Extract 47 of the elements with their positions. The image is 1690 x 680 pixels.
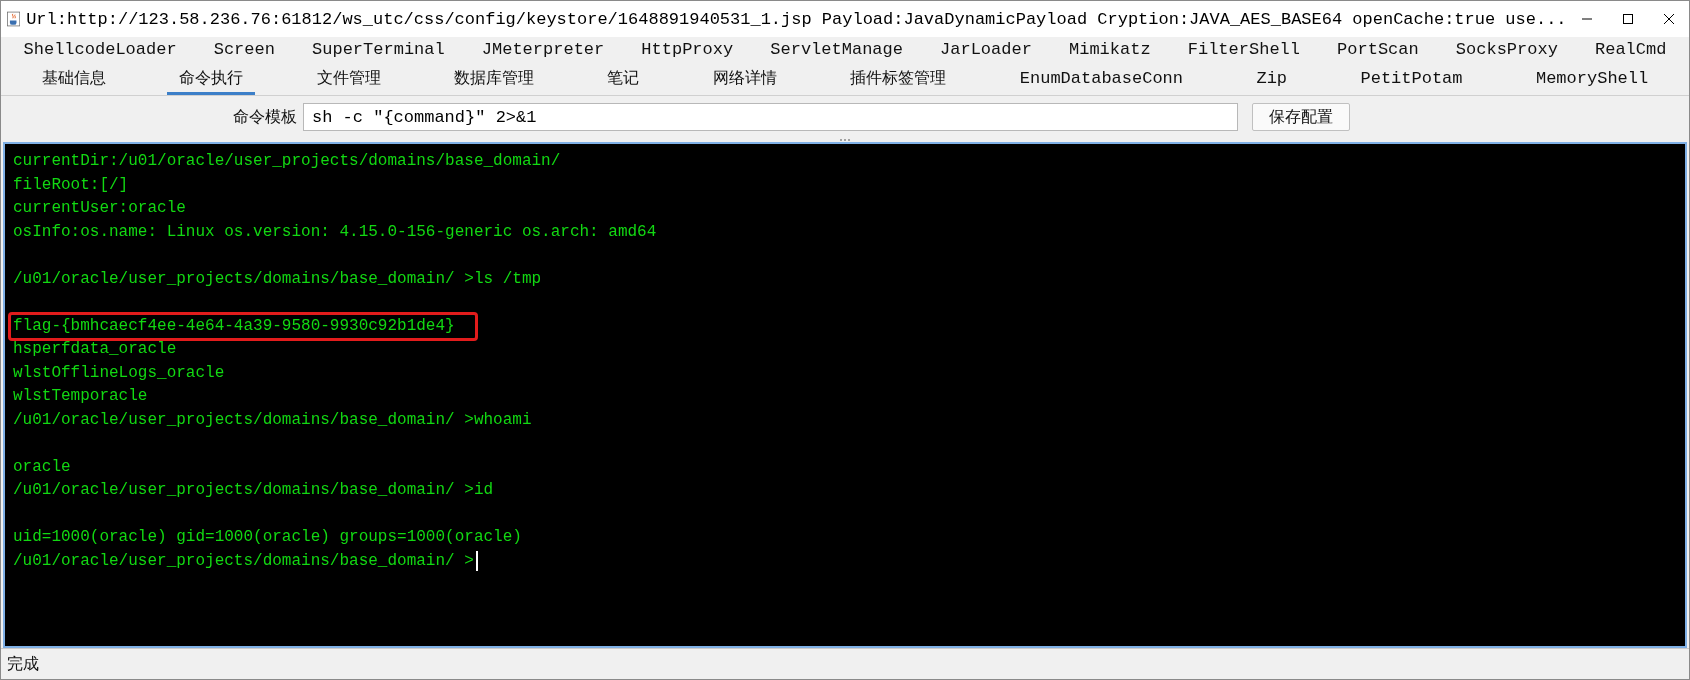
terminal-line: hsperfdata_oracle xyxy=(13,339,178,360)
close-icon xyxy=(1662,13,1675,25)
terminal-line: oracle xyxy=(13,456,72,478)
splitter-grip-icon[interactable] xyxy=(839,138,851,142)
terminal-line: osInfo:os.name: Linux os.version: 4.15.0-156-generic os.arch: amd64 xyxy=(13,221,658,243)
terminal-line: currentDir:/u01/oracle/user_projects/domains/base_domain/ xyxy=(13,151,562,172)
tab[interactable]: 数据库管理 xyxy=(442,64,547,95)
terminal-line: /u01/oracle/user_projects/domains/base_domain/ >id xyxy=(13,480,495,501)
terminal-line: /u01/oracle/user_projects/domains/base_domain/ > xyxy=(13,550,474,572)
terminal-line: wlstTemporacle xyxy=(13,386,149,407)
terminal-line: /u01/oracle/user_projects/domains/base_domain/ >ls /tmp xyxy=(13,268,543,290)
tab[interactable]: 网络详情 xyxy=(700,64,789,95)
terminal-line: currentUser:oracle xyxy=(13,198,187,219)
status-text: 完成 xyxy=(7,653,39,675)
plugin-tab[interactable]: RealCmd xyxy=(1583,37,1679,64)
plugin-tab[interactable]: HttpProxy xyxy=(629,37,746,64)
plugin-tab[interactable]: JMeterpreter xyxy=(469,37,617,64)
maximize-icon xyxy=(1621,13,1634,25)
tab[interactable]: MemoryShell xyxy=(1523,64,1661,95)
tab[interactable]: 文件管理 xyxy=(304,64,393,95)
terminal-output[interactable] xyxy=(3,142,1687,648)
plugin-tab[interactable]: SuperTerminal xyxy=(300,37,457,64)
plugin-tab[interactable]: PortScan xyxy=(1325,37,1431,64)
plugin-tab[interactable]: JarLoader xyxy=(928,37,1044,64)
tab[interactable]: 插件标签管理 xyxy=(838,64,959,95)
save-config-button[interactable]: 保存配置 xyxy=(1252,103,1350,131)
tab[interactable]: PetitPotam xyxy=(1348,64,1475,95)
terminal-line: wlstOfflineLogs_oracle xyxy=(13,362,226,384)
window-title: Url:http://123.58.236.76:61812/ws_utc/css/config/keystore/1648891940531_1.jsp Payload:JavaDynamicPayload Cryption:JAVA_AES_BASE64 openCache:true use... xyxy=(26,9,1567,29)
plugin-tab[interactable]: ShellcodeLoader xyxy=(11,37,189,64)
plugin-tab[interactable]: Screen xyxy=(201,37,287,64)
terminal-line: fileRoot:[/] xyxy=(13,174,130,196)
tab[interactable]: 命令执行 xyxy=(167,64,256,95)
template-label: 命令模板 xyxy=(233,106,297,128)
tab[interactable]: EnumDatabaseConn xyxy=(1007,64,1195,95)
command-template-field[interactable]: sh -c "{command}" 2>&1 xyxy=(303,103,1238,131)
terminal-line: flag-{bmhcaecf4ee-4e64-4a39-9580-9930c92b1de4} xyxy=(13,315,455,337)
tab[interactable]: 基础信息 xyxy=(29,64,118,95)
terminal-line: uid=1000(oracle) gid=1000(oracle) groups=1000(oracle) xyxy=(13,527,523,548)
tab[interactable]: Zip xyxy=(1244,64,1300,95)
plugin-tab[interactable]: SocksProxy xyxy=(1443,37,1570,64)
plugin-tab[interactable]: Mimikatz xyxy=(1057,37,1163,64)
plugin-tab[interactable]: FilterShell xyxy=(1175,37,1312,64)
java-cup-icon xyxy=(7,9,21,29)
tab[interactable]: 笔记 xyxy=(595,64,652,95)
terminal-line: /u01/oracle/user_projects/domains/base_domain/ >whoami xyxy=(13,409,533,431)
plugin-tab[interactable]: ServletManage xyxy=(758,37,915,64)
